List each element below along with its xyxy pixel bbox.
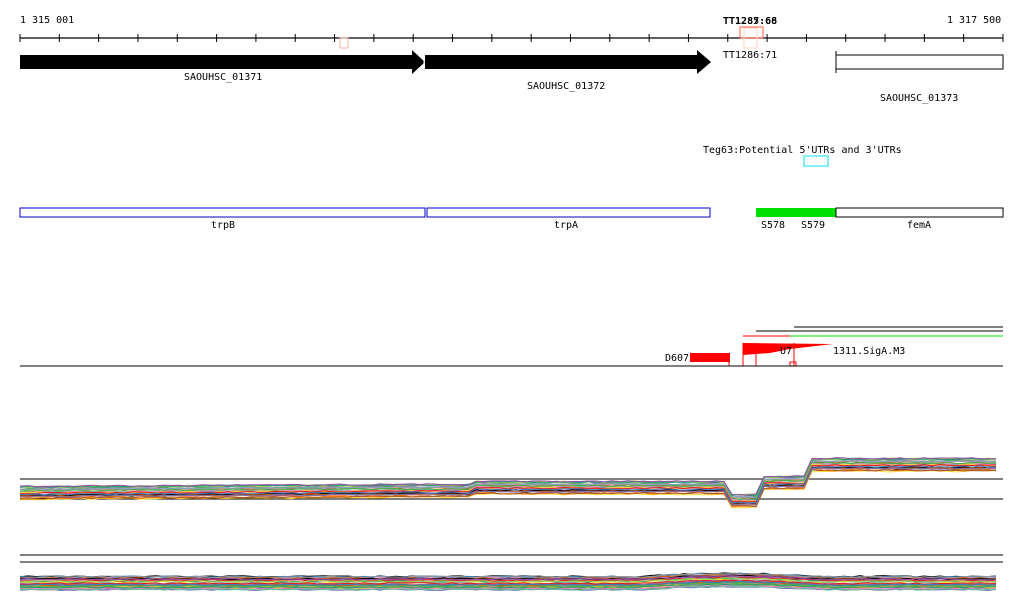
feature-label: D607	[665, 353, 689, 364]
gene-label: SAOUHSC_01373	[880, 93, 958, 104]
gene-arrow[interactable]	[20, 50, 425, 74]
ruler-start-label: 1 315 001	[20, 15, 74, 26]
gene-label: femA	[907, 220, 931, 231]
gene-box[interactable]	[835, 54, 1004, 70]
terminator-marker[interactable]	[739, 26, 764, 39]
gene-label: S578	[761, 220, 785, 231]
genome-browser: 1 315 001 1 317 500 TT1287:68 TT1285:66 …	[19, 15, 1004, 592]
terminator-label: TT1286:71	[723, 50, 777, 61]
gene-arrow[interactable]	[425, 50, 711, 74]
gene-label: trpB	[211, 220, 235, 231]
gene-label: trpA	[554, 220, 578, 231]
gene-label: SAOUHSC_01372	[527, 81, 605, 92]
coordinate-ruler: 1 315 001 1 317 500	[19, 15, 1004, 42]
utr-feature[interactable]	[803, 155, 829, 167]
utr-track-label: Teg63:Potential 5'UTRs and 3'UTRs	[703, 145, 902, 156]
gene-trpB[interactable]	[19, 207, 426, 218]
gene-label: S579	[801, 220, 825, 231]
ruler-end-label: 1 317 500	[947, 15, 1001, 26]
terminator-marker[interactable]	[339, 37, 349, 49]
feature-label: 1311.SigA.M3	[833, 346, 905, 357]
gene-femA[interactable]	[835, 207, 1004, 218]
terminator-label: TT1285:66	[723, 16, 777, 27]
feature-D607[interactable]	[690, 353, 730, 362]
gene-trpA[interactable]	[426, 207, 711, 218]
srna-feature[interactable]	[756, 208, 836, 217]
expression-track-2	[19, 554, 1003, 592]
feature-label: U7	[780, 346, 792, 357]
expression-track-1	[19, 457, 1003, 509]
gene-label: SAOUHSC_01371	[184, 72, 262, 83]
